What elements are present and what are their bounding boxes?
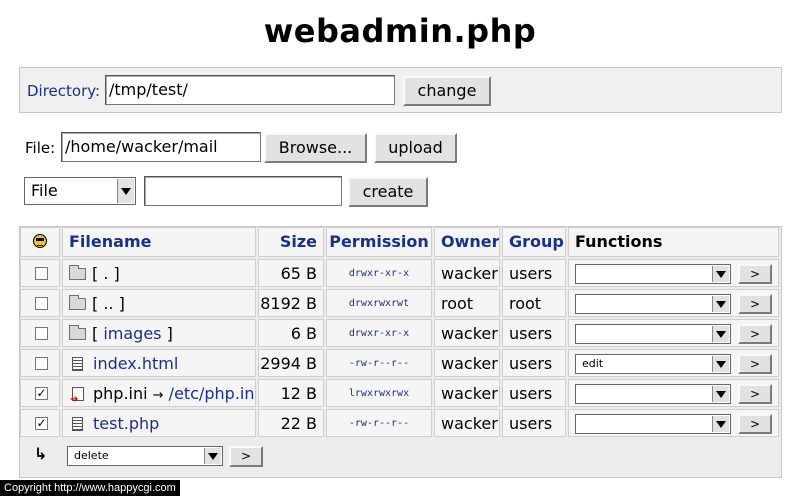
- size-cell: 8192 B: [258, 289, 324, 317]
- owner-cell: wacker: [434, 349, 500, 377]
- go-button[interactable]: >: [738, 354, 772, 374]
- owner-cell: root: [434, 289, 500, 317]
- folder-icon: [69, 265, 86, 280]
- go-button[interactable]: >: [738, 264, 772, 284]
- column-header-group[interactable]: Group: [502, 227, 566, 257]
- chevron-down-icon: [712, 416, 729, 432]
- group-cell: users: [502, 349, 566, 377]
- group-cell: users: [502, 319, 566, 347]
- create-button[interactable]: create: [348, 177, 428, 207]
- directory-label: Directory:: [27, 82, 101, 100]
- function-select[interactable]: [575, 324, 731, 344]
- size-cell: 2994 B: [258, 349, 324, 377]
- permission-cell[interactable]: -rw-r--r--: [326, 349, 432, 377]
- chevron-down-icon: [712, 326, 729, 342]
- filename-cell[interactable]: [ images ]: [62, 319, 256, 347]
- go-button[interactable]: >: [738, 324, 772, 344]
- create-name-input[interactable]: [144, 176, 342, 206]
- page-title: webadmin.php: [263, 12, 537, 50]
- row-checkbox-checked[interactable]: ✓: [35, 417, 48, 430]
- filename-cell[interactable]: test.php: [62, 409, 256, 437]
- change-button[interactable]: change: [403, 76, 491, 106]
- owner-cell: wacker: [434, 409, 500, 437]
- group-cell: users: [502, 409, 566, 437]
- bulk-go-button[interactable]: >: [229, 446, 263, 467]
- function-select[interactable]: [575, 264, 731, 284]
- chevron-down-icon: [204, 448, 221, 464]
- group-cell: users: [502, 379, 566, 407]
- filename: ..: [103, 294, 114, 313]
- column-header-size[interactable]: Size: [258, 227, 324, 257]
- column-header-owner[interactable]: Owner: [434, 227, 500, 257]
- go-button[interactable]: >: [738, 294, 772, 314]
- create-type-value: File: [31, 181, 58, 200]
- filename-cell[interactable]: [ . ]: [62, 259, 256, 287]
- smiley-icon: [33, 234, 47, 248]
- filename: php.ini: [93, 384, 148, 403]
- owner-cell: wacker: [434, 319, 500, 347]
- upload-file-input[interactable]: /home/wacker/mail: [61, 132, 261, 162]
- browse-button[interactable]: Browse...: [264, 133, 367, 163]
- bulk-action-select[interactable]: delete: [67, 446, 223, 466]
- return-arrow-icon: ↳: [34, 444, 48, 463]
- row-checkbox[interactable]: [35, 297, 48, 310]
- column-header-permission[interactable]: Permission: [326, 227, 432, 257]
- directory-input[interactable]: /tmp/test/: [105, 75, 395, 105]
- permission-cell[interactable]: drwxrwxrwt: [326, 289, 432, 317]
- file-icon: [72, 417, 83, 431]
- link-target[interactable]: /etc/php.ini: [169, 384, 255, 403]
- link-arrow: →: [152, 388, 164, 403]
- size-cell: 65 B: [258, 259, 324, 287]
- symlink-icon: [70, 386, 84, 406]
- function-select[interactable]: [575, 294, 731, 314]
- size-cell: 12 B: [258, 379, 324, 407]
- filename-cell[interactable]: [ .. ]: [62, 289, 256, 317]
- owner-cell: wacker: [434, 259, 500, 287]
- go-button[interactable]: >: [738, 414, 772, 434]
- file-icon: [72, 357, 83, 371]
- filename-link[interactable]: images: [103, 324, 161, 343]
- chevron-down-icon: [712, 266, 729, 282]
- group-cell: root: [502, 289, 566, 317]
- upload-button[interactable]: upload: [374, 133, 457, 163]
- directory-panel: Directory: /tmp/test/ change: [19, 67, 782, 113]
- function-select[interactable]: [575, 384, 731, 404]
- header-icon-cell: [20, 227, 60, 257]
- file-label: File:: [25, 139, 56, 157]
- function-select[interactable]: [575, 414, 731, 434]
- filename-cell[interactable]: index.html: [62, 349, 256, 377]
- row-checkbox[interactable]: [35, 327, 48, 340]
- permission-cell[interactable]: drwxr-xr-x: [326, 319, 432, 347]
- filename-link[interactable]: test.php: [93, 414, 159, 433]
- owner-cell: wacker: [434, 379, 500, 407]
- chevron-down-icon: [712, 356, 729, 372]
- function-select[interactable]: edit: [575, 354, 731, 374]
- column-header-filename[interactable]: Filename: [62, 227, 256, 257]
- folder-icon: [69, 295, 86, 310]
- permission-cell[interactable]: lrwxrwxrwx: [326, 379, 432, 407]
- copyright-footer: Copyright http://www.happycgi.com: [0, 480, 180, 496]
- filename-cell[interactable]: php.ini → /etc/php.ini: [62, 379, 256, 407]
- permission-cell[interactable]: drwxr-xr-x: [326, 259, 432, 287]
- go-button[interactable]: >: [738, 384, 772, 404]
- size-cell: 22 B: [258, 409, 324, 437]
- row-checkbox[interactable]: [35, 357, 48, 370]
- row-checkbox-checked[interactable]: ✓: [35, 387, 48, 400]
- row-checkbox[interactable]: [35, 267, 48, 280]
- create-type-select[interactable]: File: [24, 177, 136, 205]
- chevron-down-icon: [712, 386, 729, 402]
- size-cell: 6 B: [258, 319, 324, 347]
- column-header-functions: Functions: [568, 227, 779, 257]
- chevron-down-icon: [712, 296, 729, 312]
- chevron-down-icon: [117, 179, 134, 203]
- bulk-action-value: delete: [74, 449, 109, 462]
- filename-link[interactable]: index.html: [93, 354, 178, 373]
- group-cell: users: [502, 259, 566, 287]
- permission-cell[interactable]: -rw-r--r--: [326, 409, 432, 437]
- folder-icon: [69, 325, 86, 340]
